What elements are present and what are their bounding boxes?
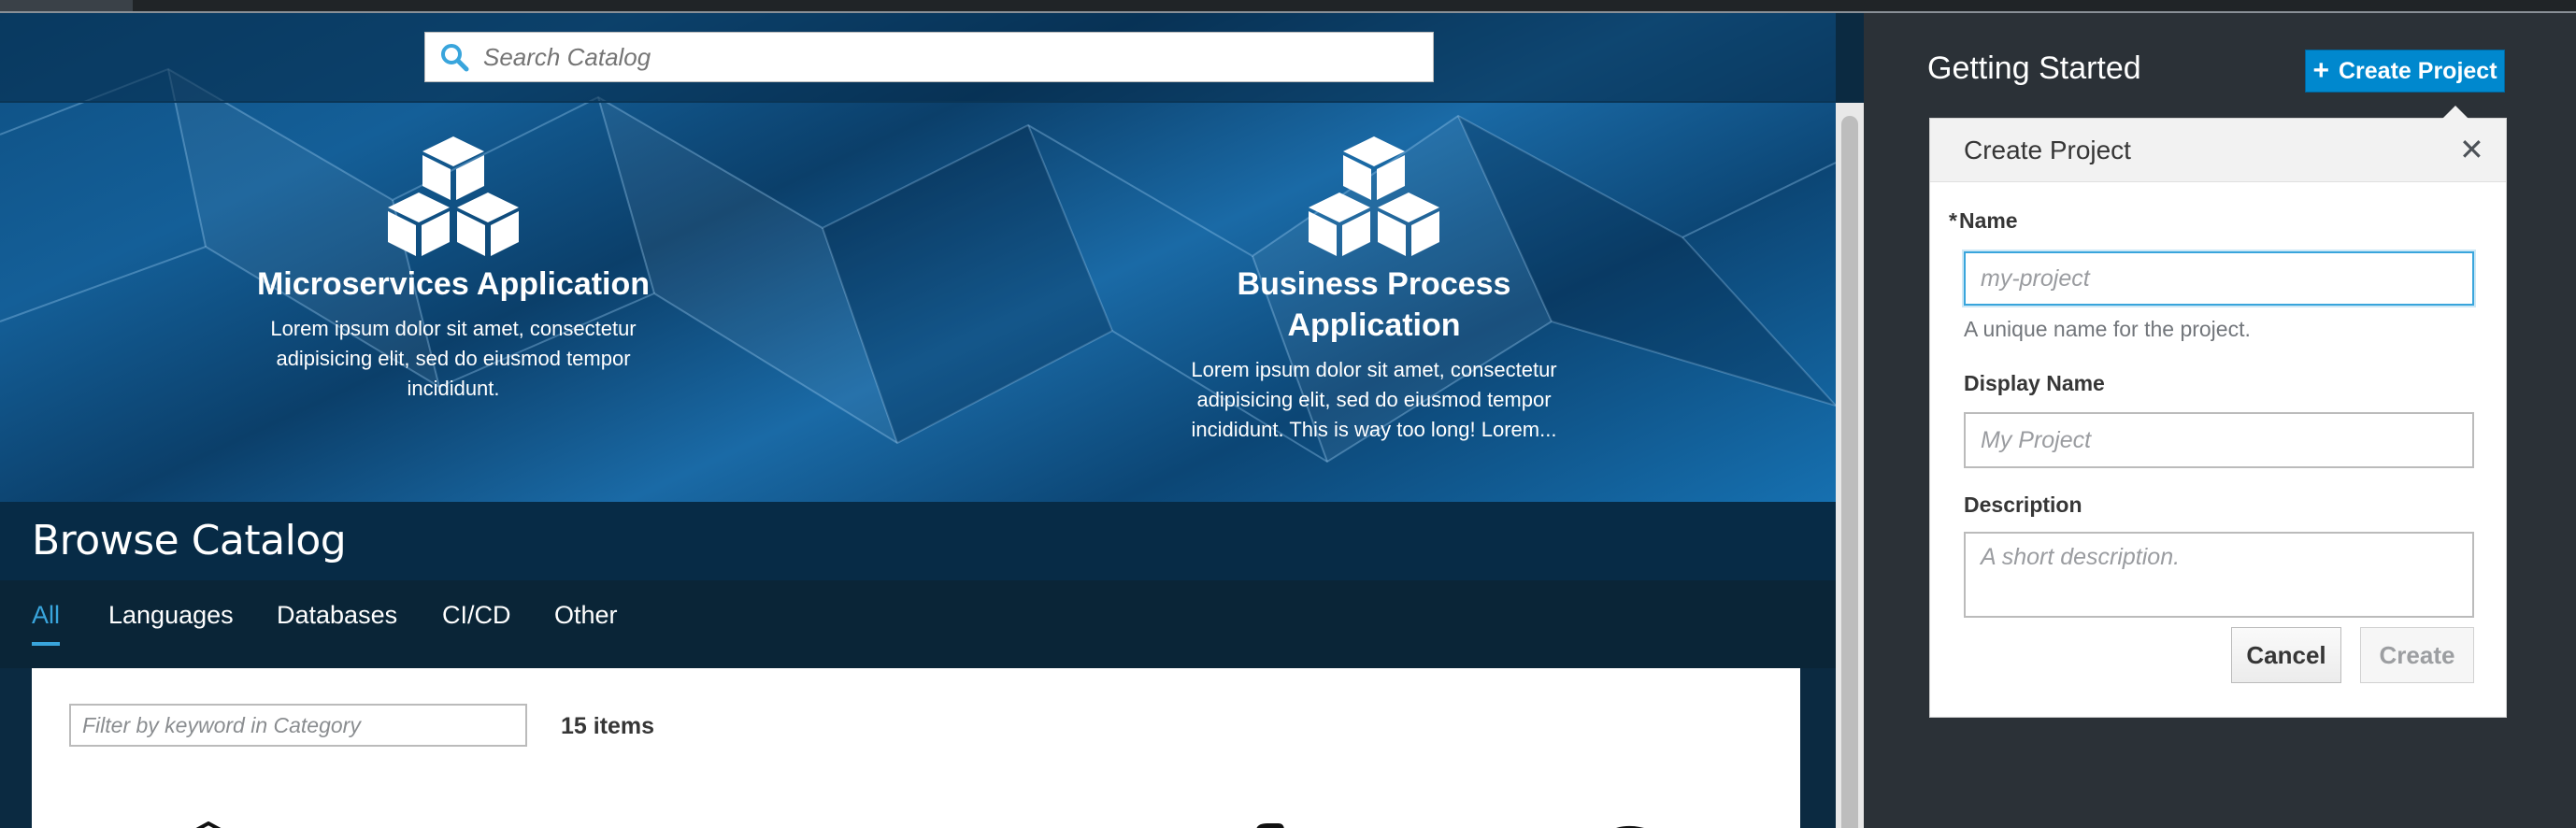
catalog-item-icon[interactable] bbox=[1247, 821, 1294, 828]
catalog-main: Microservices Application Lorem ipsum do… bbox=[0, 13, 1864, 828]
cubes-icon bbox=[1309, 136, 1439, 256]
create-button[interactable]: Create bbox=[2360, 627, 2474, 683]
description-label: Description bbox=[1964, 493, 2082, 517]
tab-all[interactable]: All bbox=[32, 601, 60, 630]
name-help-text: A unique name for the project. bbox=[1964, 317, 2251, 341]
feature-title: Microservices Application bbox=[256, 266, 651, 302]
feature-card-business-process[interactable]: Business Process Application Lorem ipsum … bbox=[1159, 135, 1589, 445]
description-field[interactable]: A short description. bbox=[1964, 532, 2474, 618]
cancel-button[interactable]: Cancel bbox=[2231, 627, 2341, 683]
tab-other[interactable]: Other bbox=[554, 601, 618, 630]
catalog-item-icon[interactable] bbox=[176, 821, 241, 828]
display-name-label: Display Name bbox=[1964, 371, 2105, 395]
feature-description: Lorem ipsum dolor sit amet, consectetur … bbox=[1191, 358, 1557, 441]
items-count: 15 items bbox=[561, 713, 655, 739]
tab-databases[interactable]: Databases bbox=[277, 601, 397, 630]
catalog-item-icon[interactable] bbox=[892, 821, 976, 828]
vertical-scrollbar[interactable] bbox=[1836, 103, 1864, 828]
category-filter-input[interactable]: Filter by keyword in Category bbox=[69, 704, 527, 747]
create-project-popover: Create Project ✕ *Name my-project A uniq… bbox=[1929, 106, 2507, 718]
catalog-content: Filter by keyword in Category 15 items bbox=[32, 668, 1800, 828]
catalog-search-input[interactable] bbox=[483, 42, 1399, 72]
plus-icon: + bbox=[2312, 55, 2329, 86]
tab-languages[interactable]: Languages bbox=[108, 601, 234, 630]
cubes-icon bbox=[388, 136, 519, 256]
search-icon bbox=[441, 44, 469, 72]
create-project-button-label: Create Project bbox=[2339, 57, 2497, 84]
popover-header: Create Project ✕ bbox=[1930, 119, 2506, 182]
feature-description: Lorem ipsum dolor sit amet, consectetur … bbox=[270, 317, 637, 400]
getting-started-panel: Getting Started + Create Project Create … bbox=[1864, 13, 2576, 828]
feature-title: Business Process Application bbox=[1237, 266, 1511, 343]
page-title: Browse Catalog bbox=[32, 517, 347, 564]
tab-ci-cd[interactable]: CI/CD bbox=[442, 601, 511, 630]
display-name-field[interactable]: My Project bbox=[1964, 412, 2474, 468]
scrollbar-thumb[interactable] bbox=[1841, 116, 1858, 828]
window-top-strip bbox=[0, 0, 2576, 13]
close-icon[interactable]: ✕ bbox=[2459, 132, 2484, 167]
name-field[interactable]: my-project bbox=[1964, 251, 2474, 306]
browse-catalog-header: Browse Catalog bbox=[0, 502, 1836, 580]
active-tab-indicator bbox=[32, 642, 60, 646]
catalog-item-icon[interactable] bbox=[1583, 821, 1667, 828]
feature-card-microservices[interactable]: Microservices Application Lorem ipsum do… bbox=[224, 135, 682, 404]
catalog-item-icon[interactable] bbox=[518, 821, 574, 828]
panel-title: Getting Started bbox=[1927, 50, 2141, 86]
popover-arrow bbox=[2442, 106, 2469, 119]
popover-title: Create Project bbox=[1964, 136, 2131, 164]
catalog-search-box[interactable] bbox=[424, 32, 1434, 82]
name-label: *Name bbox=[1949, 208, 2018, 233]
search-strip bbox=[0, 13, 1836, 103]
category-tabs: All Languages Databases CI/CD Other bbox=[0, 580, 1836, 668]
create-project-button[interactable]: + Create Project bbox=[2305, 50, 2505, 93]
hero-banner: Microservices Application Lorem ipsum do… bbox=[0, 13, 1836, 502]
